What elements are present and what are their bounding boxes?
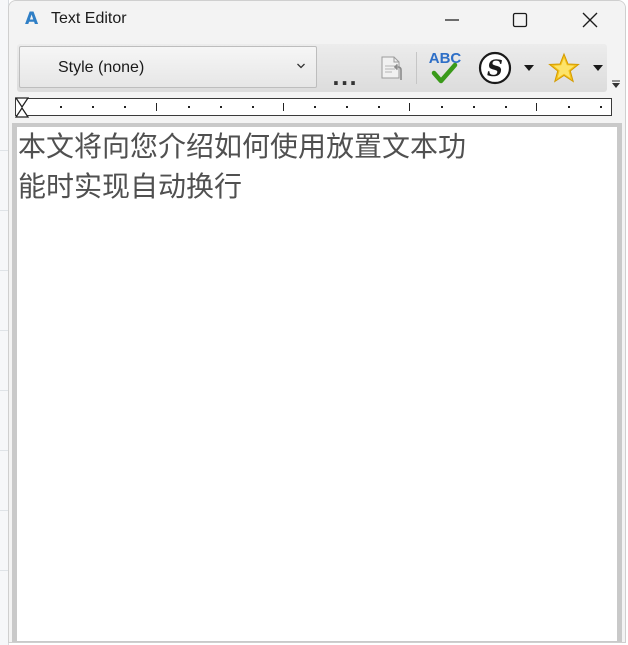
document-line-1: 本文将向您介绍如何使用放置文本功 xyxy=(18,130,467,163)
close-icon xyxy=(582,12,598,28)
text-editor-window: A Text Editor Style (none) ... ABC S 本文将… xyxy=(8,0,626,643)
window-title: Text Editor xyxy=(51,10,127,27)
favorites-button[interactable] xyxy=(545,48,583,88)
ruler[interactable] xyxy=(15,97,612,119)
minimize-button[interactable] xyxy=(429,1,475,39)
title-bar[interactable]: A Text Editor xyxy=(9,1,625,39)
maximize-icon xyxy=(512,12,528,28)
signature-dropdown-button[interactable] xyxy=(521,48,537,88)
text-editing-area[interactable]: 本文将向您介绍如何使用放置文本功 能时实现自动换行 xyxy=(17,127,617,641)
paste-special-icon xyxy=(381,56,402,80)
signature-button[interactable]: S xyxy=(475,48,515,88)
favorites-dropdown-button[interactable] xyxy=(590,48,606,88)
close-button[interactable] xyxy=(567,1,613,39)
editor-frame: 本文将向您介绍如何使用放置文本功 能时实现自动换行 xyxy=(12,123,622,642)
caret-down-icon xyxy=(524,65,534,71)
star-icon xyxy=(548,52,580,83)
spellcheck-icon: ABC xyxy=(429,50,461,84)
paste-special-button[interactable] xyxy=(373,48,411,88)
indent-marker-icon[interactable] xyxy=(15,97,29,119)
caret-down-icon xyxy=(593,65,603,71)
toolbar-separator xyxy=(416,52,417,84)
minimize-icon xyxy=(445,19,459,21)
style-dropdown[interactable]: Style (none) xyxy=(19,46,317,88)
chevron-down-icon xyxy=(297,63,305,69)
maximize-button[interactable] xyxy=(497,1,543,39)
spellcheck-button[interactable]: ABC xyxy=(423,48,467,88)
toolbar: Style (none) ... ABC S xyxy=(17,44,607,92)
svg-text:S: S xyxy=(487,56,503,82)
signature-icon: S xyxy=(478,51,512,85)
app-icon: A xyxy=(25,9,39,29)
document-text[interactable]: 本文将向您介绍如何使用放置文本功 能时实现自动换行 xyxy=(18,127,508,207)
document-line-2: 能时实现自动换行 xyxy=(18,170,243,203)
toolbar-overflow-icon[interactable] xyxy=(611,79,621,89)
more-options-button[interactable]: ... xyxy=(331,58,359,98)
style-dropdown-value: Style (none) xyxy=(58,59,145,76)
